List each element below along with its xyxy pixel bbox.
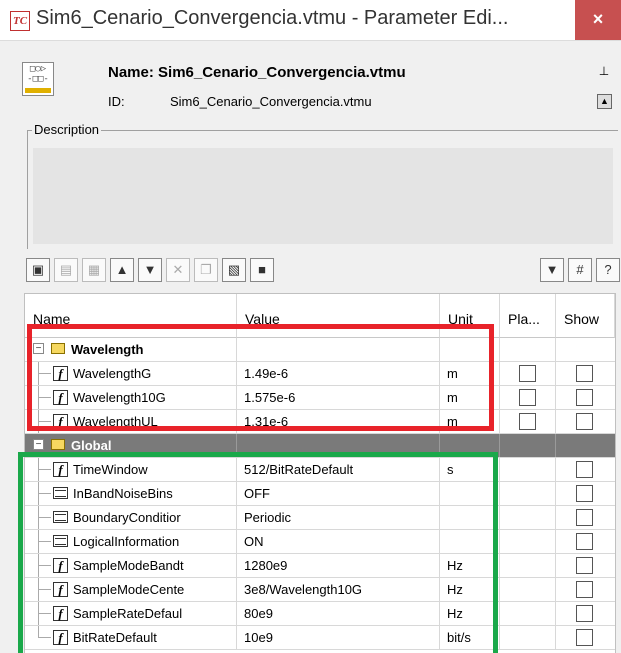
highlight-box-green <box>18 452 498 653</box>
move-up-icon[interactable]: ▲ <box>110 258 134 282</box>
toolbar: ▣ ▤ ▦ ▲ ▼ ✕ ❐ ▧ ■ ▼ # ? <box>24 256 620 284</box>
close-button[interactable]: × <box>575 0 621 40</box>
placement-checkbox[interactable] <box>519 413 536 430</box>
show-checkbox[interactable] <box>576 461 593 478</box>
show-checkbox[interactable] <box>576 365 593 382</box>
grid-icon[interactable]: # <box>568 258 592 282</box>
description-textarea[interactable] <box>33 148 613 244</box>
show-checkbox[interactable] <box>576 509 593 526</box>
properties-icon[interactable]: ▦ <box>82 258 106 282</box>
title-bar[interactable]: TC Sim6_Cenario_Convergencia.vtmu - Para… <box>0 0 621 41</box>
parameter-editor-window: TC Sim6_Cenario_Convergencia.vtmu - Para… <box>0 0 621 653</box>
schematic-icon: □○▷ -□□- <box>22 62 54 96</box>
help-icon[interactable]: ? <box>596 258 620 282</box>
app-logo-icon: TC <box>10 11 30 31</box>
placement-checkbox[interactable] <box>519 365 536 382</box>
show-checkbox[interactable] <box>576 533 593 550</box>
import-icon[interactable]: ▧ <box>222 258 246 282</box>
collapse-icon[interactable]: − <box>33 439 44 450</box>
filter-icon[interactable]: ▼ <box>540 258 564 282</box>
id-value: Sim6_Cenario_Convergencia.vtmu <box>170 94 372 109</box>
new-folder-icon[interactable]: ▣ <box>26 258 50 282</box>
folder-icon <box>51 439 65 450</box>
show-checkbox[interactable] <box>576 557 593 574</box>
save-icon[interactable]: ■ <box>250 258 274 282</box>
description-legend: Description <box>32 122 102 137</box>
pin-icon[interactable]: ⊥ <box>597 64 611 78</box>
name-label: Name: Sim6_Cenario_Convergencia.vtmu <box>108 64 406 81</box>
delete-icon[interactable]: ✕ <box>166 258 190 282</box>
show-checkbox[interactable] <box>576 581 593 598</box>
show-checkbox[interactable] <box>576 485 593 502</box>
window-title: Sim6_Cenario_Convergencia.vtmu - Paramet… <box>36 7 509 29</box>
show-checkbox[interactable] <box>576 605 593 622</box>
highlight-box-red <box>27 324 494 431</box>
new-param-icon[interactable]: ▤ <box>54 258 78 282</box>
show-checkbox[interactable] <box>576 413 593 430</box>
show-checkbox[interactable] <box>576 629 593 646</box>
id-label: ID: <box>108 94 125 109</box>
move-down-icon[interactable]: ▼ <box>138 258 162 282</box>
placement-checkbox[interactable] <box>519 389 536 406</box>
copy-icon[interactable]: ❐ <box>194 258 218 282</box>
collapse-header-icon[interactable]: ▲ <box>597 94 612 109</box>
column-header-placement[interactable]: Pla... <box>500 294 556 338</box>
column-header-show[interactable]: Show <box>556 294 615 338</box>
show-checkbox[interactable] <box>576 389 593 406</box>
